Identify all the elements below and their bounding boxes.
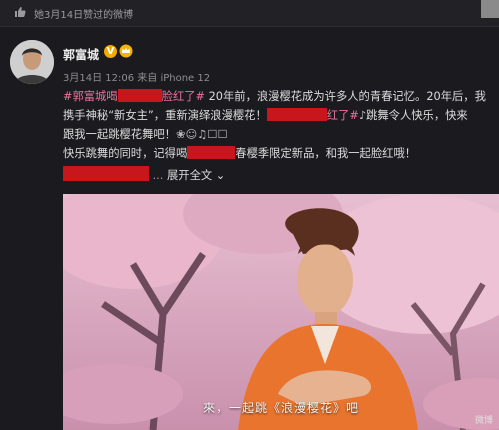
post-line-4: 快乐跳舞的同时，记得喝 春樱季限定新品，和我一起脸红哦！ xyxy=(63,146,417,160)
redaction-block xyxy=(187,146,236,159)
expand-full-text-link[interactable]: 展开全文 ⌄ xyxy=(167,169,225,182)
avatar-image xyxy=(10,40,54,84)
post-line-2: 携手神秘“新女主”，重新演绎浪漫樱花！ 红了#♪跳舞令人快乐，快来 xyxy=(63,108,468,122)
watermark: 微博 xyxy=(474,416,493,426)
post-line-3: 跟我一起跳樱花舞吧！❀☺♫☐☐ xyxy=(63,128,228,141)
emoji-row: ❀☺♫☐☐ xyxy=(175,128,228,141)
hashtag-link[interactable]: 红了# xyxy=(327,109,359,122)
corner-fold xyxy=(481,0,499,18)
author-name[interactable]: 郭富城 xyxy=(63,46,99,63)
redaction-block xyxy=(63,166,149,181)
video-caption: 來，一起跳《浪漫樱花》吧 xyxy=(202,401,359,415)
liked-by-header: 她3月14日赞过的微博 xyxy=(0,0,499,27)
redaction-block xyxy=(266,108,327,121)
verified-badge-icon: V xyxy=(104,45,117,58)
video-frame xyxy=(63,194,499,430)
crown-badge-icon xyxy=(119,44,133,58)
avatar[interactable] xyxy=(10,40,54,84)
liked-by-text: 她3月14日赞过的微博 xyxy=(34,10,134,21)
thumbs-up-icon xyxy=(15,7,26,17)
chevron-down-icon: ⌄ xyxy=(215,169,226,182)
post-meta: 3月14日 12:06 来自 iPhone 12 xyxy=(63,73,211,84)
post-line-1: #郭富城喝 脸红了# 20年前，浪漫樱花成为许多人的青春记忆。20年后，我 xyxy=(63,89,486,103)
post-video[interactable]: 來，一起跳《浪漫樱花》吧 微博 xyxy=(63,194,499,430)
post-line-5: ... 展开全文 ⌄ xyxy=(63,166,493,184)
hashtag-link[interactable]: #郭富城喝 脸红了# xyxy=(63,89,205,103)
redaction-block xyxy=(117,89,162,102)
